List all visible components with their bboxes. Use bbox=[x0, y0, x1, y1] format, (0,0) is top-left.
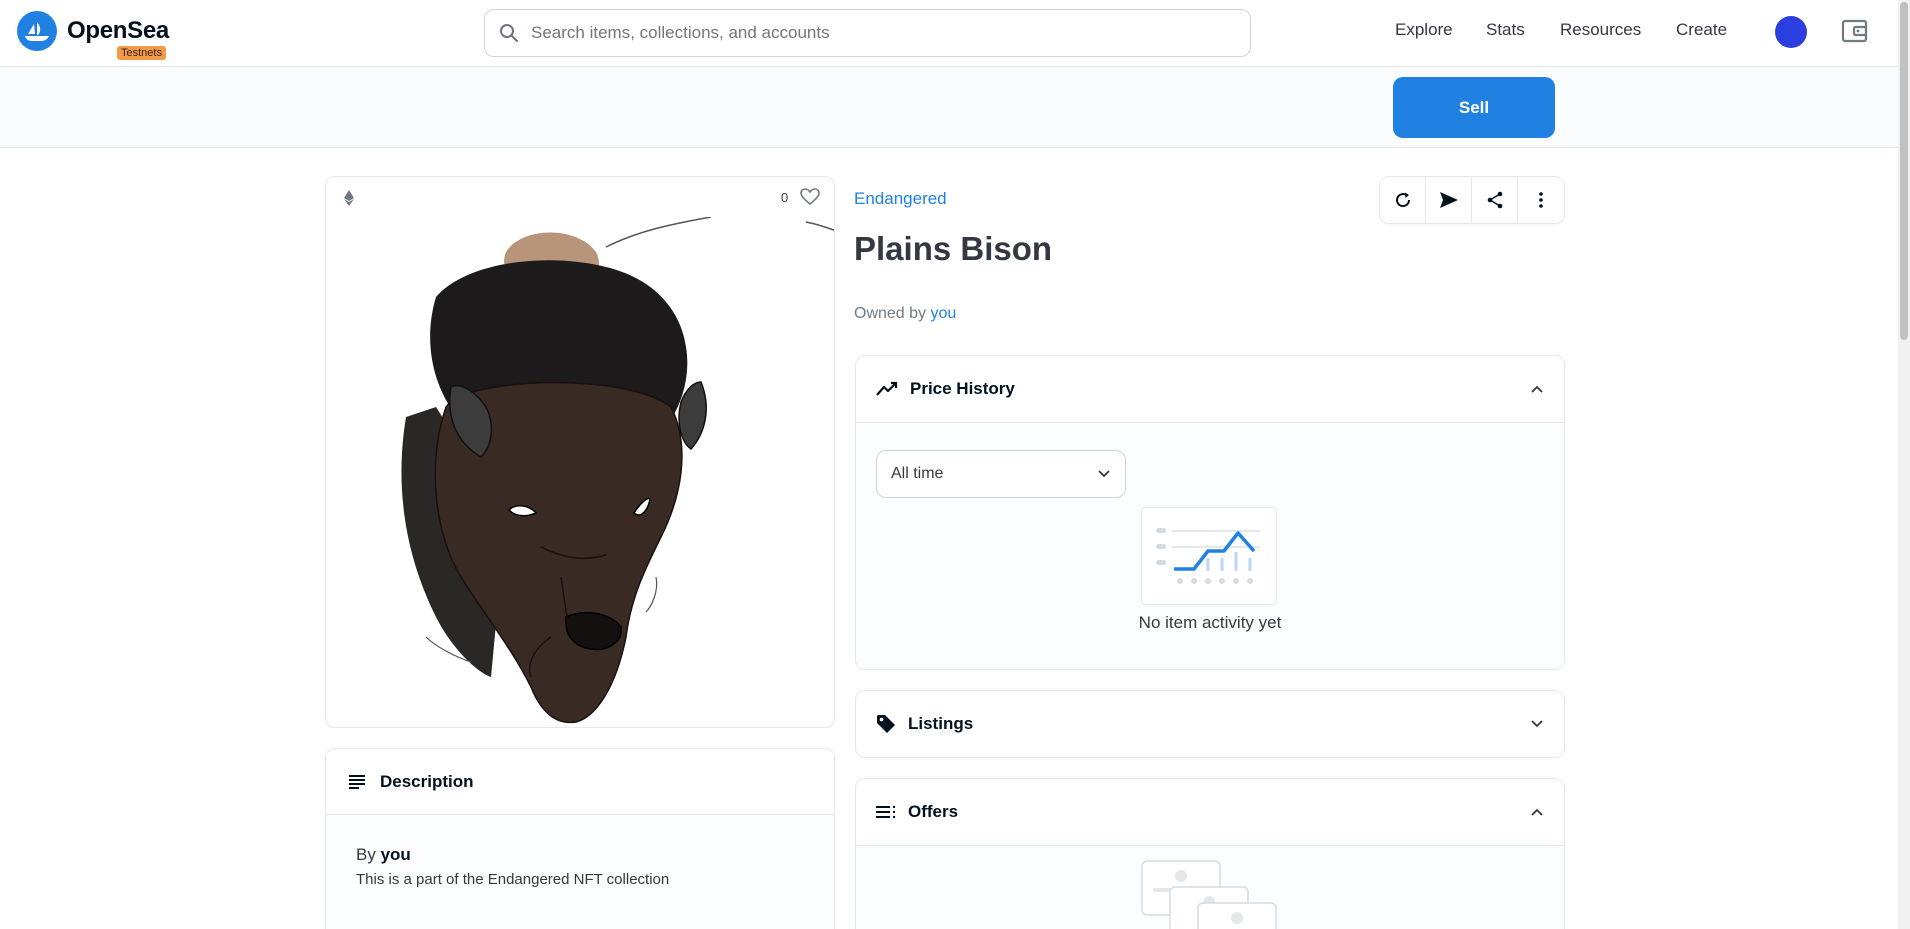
description-header[interactable]: Description bbox=[326, 749, 834, 815]
nft-image-card: 0 bbox=[325, 176, 835, 728]
logo-text: OpenSea bbox=[67, 17, 169, 44]
nav-resources[interactable]: Resources bbox=[1560, 20, 1641, 40]
tag-icon bbox=[877, 715, 895, 733]
scrollbar-thumb[interactable] bbox=[1900, 2, 1908, 340]
owner-action-bar: Sell bbox=[0, 68, 1898, 148]
time-range-value: All time bbox=[891, 465, 944, 482]
description-icon bbox=[349, 774, 365, 789]
search-input[interactable] bbox=[531, 23, 1211, 43]
refresh-icon bbox=[1395, 192, 1410, 208]
refresh-button[interactable] bbox=[1380, 177, 1426, 223]
testnets-badge: Testnets bbox=[117, 46, 166, 60]
chevron-up-icon[interactable] bbox=[1530, 807, 1544, 817]
page-scrollbar[interactable] bbox=[1898, 0, 1910, 929]
search-bar[interactable] bbox=[484, 9, 1251, 57]
offers-heading: Offers bbox=[908, 802, 959, 821]
empty-offers-illustration bbox=[1141, 860, 1277, 929]
collection-link[interactable]: Endangered bbox=[854, 189, 947, 209]
listings-heading: Listings bbox=[908, 714, 974, 733]
offers-panel: Offers bbox=[855, 778, 1565, 929]
nft-artwork bbox=[401, 217, 834, 724]
opensea-logo[interactable]: OpenSea bbox=[17, 11, 169, 51]
sell-button[interactable]: Sell bbox=[1393, 77, 1555, 138]
opensea-logo-icon bbox=[17, 11, 57, 51]
description-heading: Description bbox=[380, 771, 474, 791]
chevron-up-icon[interactable] bbox=[1530, 384, 1544, 394]
creator-line: By you bbox=[356, 845, 804, 865]
ethereum-icon bbox=[344, 190, 354, 206]
chevron-down-icon bbox=[1098, 470, 1110, 478]
transfer-button[interactable] bbox=[1426, 177, 1472, 223]
profile-avatar[interactable] bbox=[1775, 16, 1807, 48]
trending-chart-icon bbox=[876, 381, 898, 396]
description-text: This is a part of the Endangered NFT col… bbox=[356, 871, 670, 888]
favorite-count: 0 bbox=[781, 190, 789, 205]
heart-icon[interactable] bbox=[800, 188, 820, 206]
price-history-body: All time No item activity yet bbox=[856, 422, 1564, 669]
more-vertical-icon bbox=[1539, 192, 1543, 208]
wallet-icon[interactable] bbox=[1841, 18, 1869, 49]
price-history-heading: Price History bbox=[910, 379, 1015, 398]
description-body: By you This is a part of the Endangered … bbox=[326, 815, 834, 929]
top-navbar: OpenSea Testnets Explore Stats Resources… bbox=[0, 0, 1898, 67]
no-activity-text: No item activity yet bbox=[1138, 613, 1282, 632]
share-icon bbox=[1487, 191, 1502, 209]
nav-create[interactable]: Create bbox=[1676, 20, 1727, 40]
owned-by: Owned by you bbox=[854, 305, 956, 323]
search-icon bbox=[500, 24, 518, 42]
nav-stats[interactable]: Stats bbox=[1486, 20, 1525, 40]
by-prefix: By bbox=[356, 845, 376, 864]
item-title: Plains Bison bbox=[854, 230, 1053, 267]
listings-header[interactable]: Listings bbox=[856, 691, 1564, 757]
description-card: Description By you This is a part of the… bbox=[325, 748, 835, 929]
price-history-header[interactable]: Price History bbox=[856, 356, 1564, 422]
offers-list-icon bbox=[876, 805, 896, 819]
time-range-select[interactable]: All time bbox=[876, 450, 1126, 498]
owned-by-prefix: Owned by bbox=[854, 305, 927, 322]
owner-link[interactable]: you bbox=[931, 305, 957, 322]
nav-explore[interactable]: Explore bbox=[1395, 20, 1453, 40]
offers-header[interactable]: Offers bbox=[856, 779, 1564, 845]
more-options-button[interactable] bbox=[1518, 177, 1564, 223]
send-icon bbox=[1439, 192, 1458, 208]
offers-body bbox=[856, 845, 1564, 929]
share-button[interactable] bbox=[1472, 177, 1518, 223]
chevron-down-icon[interactable] bbox=[1530, 719, 1544, 729]
listings-panel: Listings bbox=[855, 690, 1565, 758]
price-history-panel: Price History All time No item activity … bbox=[855, 355, 1565, 670]
empty-chart-illustration bbox=[1141, 507, 1277, 605]
creator-link[interactable]: you bbox=[381, 845, 411, 864]
item-actions bbox=[1379, 176, 1565, 224]
